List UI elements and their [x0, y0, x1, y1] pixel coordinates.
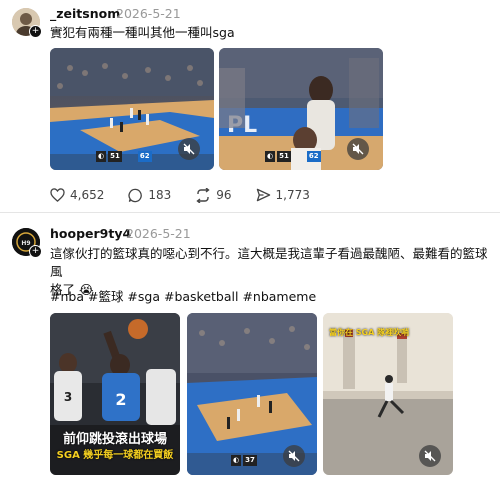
- team-logo-icon: ◐: [265, 151, 276, 162]
- team-logo-icon: ◐: [96, 151, 107, 162]
- post-hooper9ty4: H9 + hooper9ty4 2026-5-21 這傢伙打的籃球真的噁心到不行…: [0, 216, 500, 485]
- comment-icon: [128, 188, 143, 202]
- comment-button[interactable]: 183: [128, 188, 171, 203]
- follow-plus-icon[interactable]: +: [29, 25, 42, 38]
- scoreboard: ◐ 51 62: [265, 151, 321, 162]
- hashtags[interactable]: #nba #籃球 #sga #basketball #nbameme: [50, 288, 316, 306]
- follow-plus-icon[interactable]: +: [29, 245, 42, 258]
- timestamp: 2026-5-21: [116, 6, 181, 21]
- mute-icon[interactable]: [419, 445, 441, 467]
- scoreboard: ◐ 51 62: [96, 151, 152, 162]
- heart-icon: [50, 188, 65, 202]
- repost-icon: [196, 187, 210, 203]
- mute-icon[interactable]: [347, 138, 369, 160]
- scoreboard: ◐ 37: [231, 455, 257, 466]
- share-button[interactable]: 1,773: [256, 188, 310, 202]
- jersey-number: 2: [115, 390, 126, 409]
- repost-button[interactable]: 96: [195, 187, 232, 203]
- post-zeitsnom: + _zeitsnom 2026-5-21 實犯有兩種一種叫其他一種叫sga ◐…: [0, 0, 500, 210]
- image-caption: 前仰跳投滾出球場 SGA 幾乎每一球都在買飯: [50, 431, 180, 463]
- mute-icon[interactable]: [178, 138, 200, 160]
- svg-text:H9: H9: [21, 240, 30, 247]
- caption-line: 前仰跳投滾出球場: [62, 432, 167, 447]
- score-left: 37: [243, 455, 257, 466]
- like-count: 4,652: [70, 188, 105, 202]
- score-left: 51: [108, 151, 122, 162]
- repost-count: 96: [216, 188, 232, 202]
- post-text: 實犯有兩種一種叫其他一種叫sga: [50, 25, 235, 40]
- caption-line: SGA 幾乎每一球都在買飯: [56, 450, 174, 461]
- video-thumbnail[interactable]: ◐ 51 62: [50, 48, 214, 170]
- score-right: 62: [306, 151, 321, 162]
- mute-icon[interactable]: [283, 445, 305, 467]
- share-count: 1,773: [275, 188, 310, 202]
- score-right: 62: [137, 151, 152, 162]
- video-thumbnail[interactable]: 當你在 SGA 隊裡吹哨: [323, 313, 453, 475]
- comment-count: 183: [148, 188, 172, 202]
- post-text-line: 這傢伙打的籃球真的噁心到不行。這大概是我這輩子看過最醜陋、最難看的籃球風: [50, 246, 488, 279]
- video-thumbnail[interactable]: ◐ 37: [187, 313, 317, 475]
- username[interactable]: _zeitsnom: [50, 6, 120, 21]
- image-thumbnail[interactable]: 2 3 前仰跳投滾出球場 SGA 幾乎每一球都在買飯: [50, 313, 180, 475]
- jersey-number: 3: [64, 390, 72, 404]
- share-icon: [256, 188, 270, 202]
- action-bar: 4,652 183 96 1,773: [50, 186, 334, 204]
- like-button[interactable]: 4,652: [50, 188, 104, 202]
- team-logo-icon: ◐: [231, 455, 242, 466]
- score-left: 51: [277, 151, 291, 162]
- timestamp: 2026-5-21: [126, 226, 191, 241]
- username[interactable]: hooper9ty4: [50, 226, 131, 241]
- post-divider: [0, 212, 500, 213]
- video-thumbnail[interactable]: PL ◐ 51 62: [219, 48, 383, 170]
- image-caption: 當你在 SGA 隊裡吹哨: [329, 328, 410, 337]
